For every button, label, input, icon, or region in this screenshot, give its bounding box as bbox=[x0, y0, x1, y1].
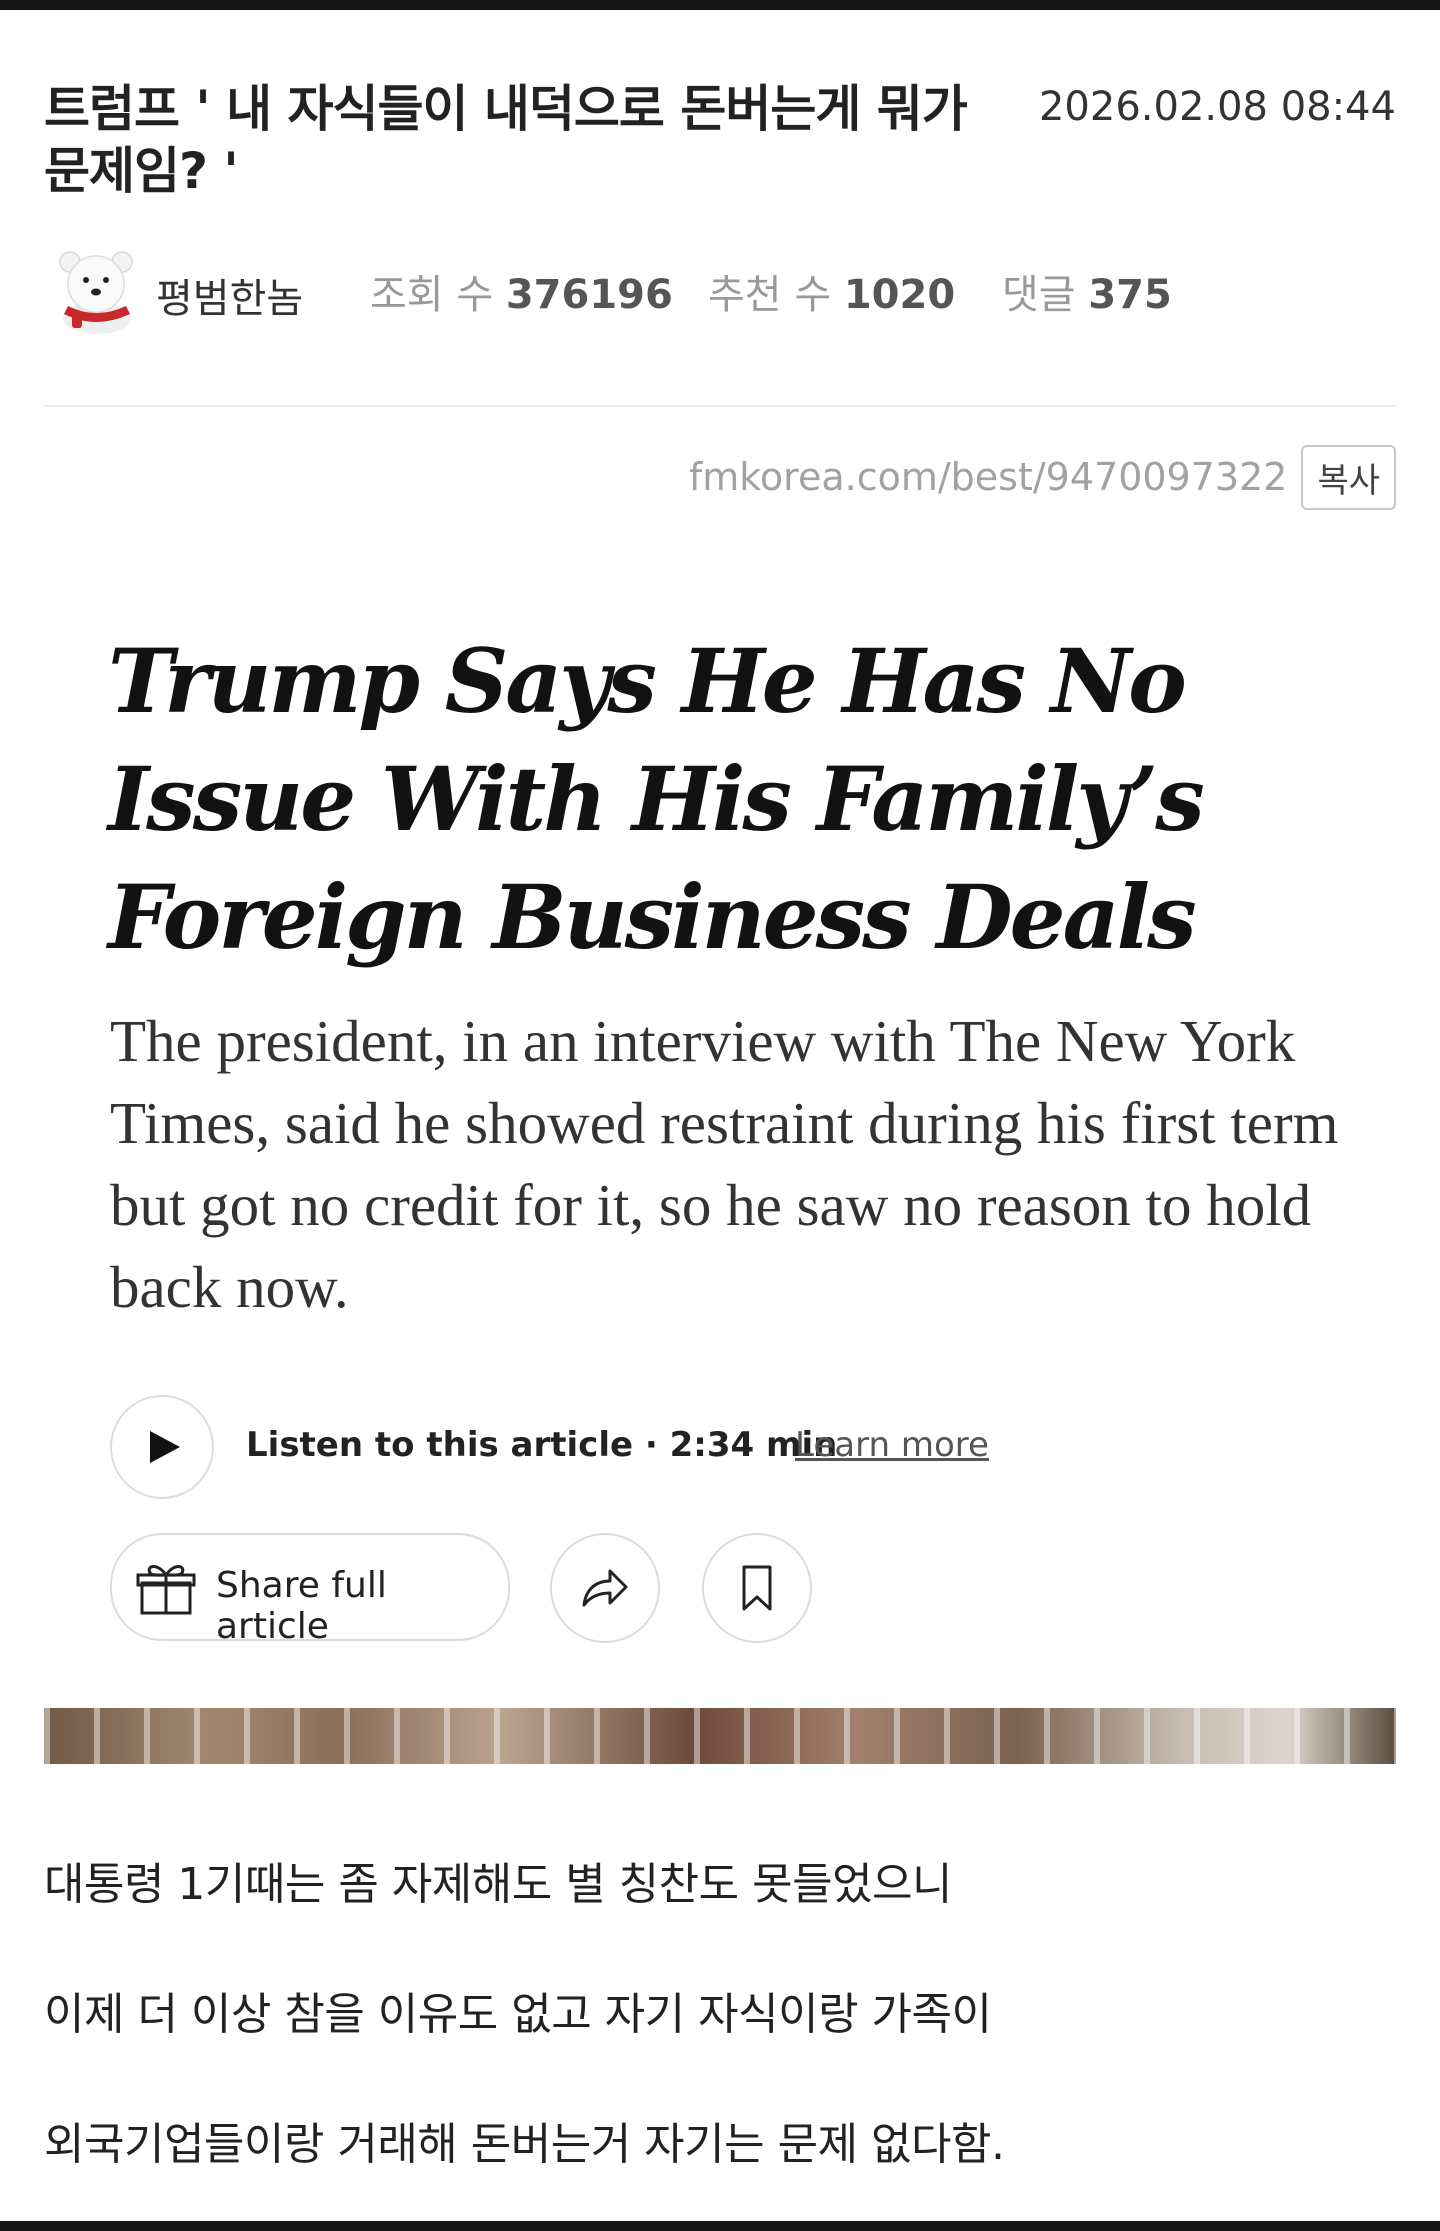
article-actions: Share full article bbox=[110, 1533, 830, 1647]
body-line-2: 이제 더 이상 참을 이유도 없고 자기 자식이랑 가족이 bbox=[44, 1989, 992, 2040]
post-url-row: fmkorea.com/best/9470097322 복사 bbox=[689, 444, 1396, 510]
article-photo-crop bbox=[44, 1708, 1396, 1764]
likes-stat: 추천 수 1020 bbox=[708, 262, 955, 320]
play-icon bbox=[150, 1431, 180, 1463]
likes-count: 1020 bbox=[843, 272, 956, 318]
polar-bear-icon bbox=[59, 251, 133, 334]
play-button[interactable] bbox=[110, 1395, 214, 1499]
gift-icon bbox=[136, 1565, 196, 1615]
share-full-article-button[interactable]: Share full article bbox=[110, 1533, 510, 1647]
copy-url-button[interactable]: 복사 bbox=[1301, 444, 1396, 510]
views-stat: 조회 수 376196 bbox=[370, 262, 673, 320]
learn-more-link[interactable]: Learn more bbox=[795, 1425, 989, 1465]
comments-label: 댓글 bbox=[1002, 272, 1076, 318]
views-label: 조회 수 bbox=[370, 272, 494, 318]
post-url: fmkorea.com/best/9470097322 bbox=[688, 455, 1288, 499]
views-count: 376196 bbox=[505, 272, 673, 318]
listen-label: Listen to this article · 2:34 min bbox=[246, 1425, 838, 1465]
post-title: 트럼프 ' 내 자식들이 내덕으로 돈버는게 뭐가 문제임? ' bbox=[44, 80, 968, 200]
body-line-1: 대통령 1기때는 좀 자제해도 별 칭찬도 못들었으니 bbox=[44, 1859, 953, 1910]
comments-count: 375 bbox=[1088, 272, 1172, 318]
post-date: 2026.02.08 08:44 bbox=[1038, 84, 1396, 130]
author-name[interactable]: 평범한놈 bbox=[156, 266, 303, 324]
article-summary: The president, in an interview with The … bbox=[110, 1008, 1339, 1320]
post-header: 트럼프 ' 내 자식들이 내덕으로 돈버는게 뭐가 문제임? ' 2026.02… bbox=[44, 78, 1396, 202]
post-meta: 평범한놈 조회 수 376196 추천 수 1020 댓글 375 bbox=[44, 242, 1396, 338]
top-edge-bar bbox=[0, 0, 1440, 10]
avatar[interactable] bbox=[50, 248, 144, 334]
bookmark-button[interactable] bbox=[702, 1533, 812, 1643]
header-divider bbox=[44, 405, 1396, 407]
share-button[interactable] bbox=[550, 1533, 660, 1643]
share-arrow-icon bbox=[582, 1569, 628, 1607]
likes-label: 추천 수 bbox=[708, 272, 832, 318]
bottom-edge-bar bbox=[0, 2221, 1440, 2231]
listen-row: Listen to this article · 2:34 min Learn … bbox=[110, 1395, 1110, 1499]
article-headline: Trump Says He Has No Issue With His Fami… bbox=[108, 629, 1205, 969]
comments-stat[interactable]: 댓글 375 bbox=[1002, 262, 1172, 320]
share-full-article-label: Share full article bbox=[216, 1565, 387, 1647]
bookmark-icon bbox=[742, 1565, 772, 1611]
body-line-3: 외국기업들이랑 거래해 돈버는거 자기는 문제 없다함. bbox=[44, 2119, 1005, 2170]
